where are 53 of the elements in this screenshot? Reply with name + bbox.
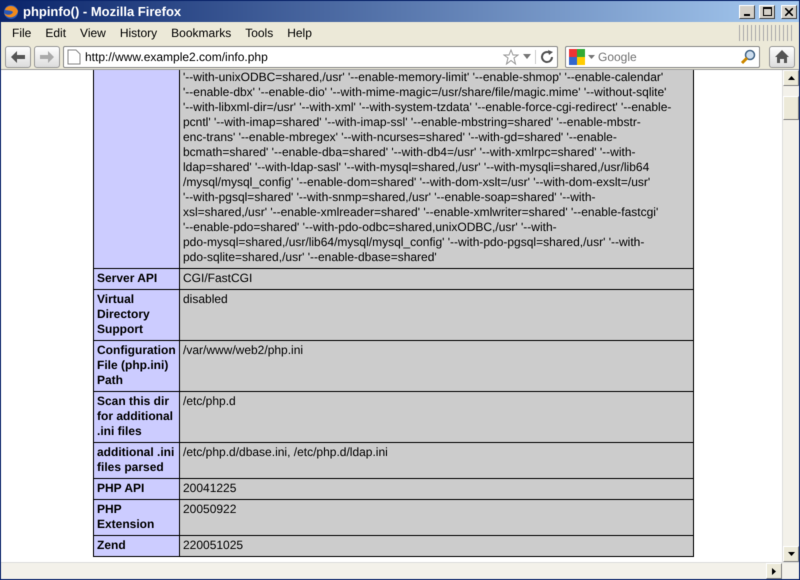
firefox-logo-icon [3,4,19,20]
setting-value: 20041225 [180,478,694,500]
up-arrow-icon [788,76,794,80]
address-bar[interactable]: http://www.example2.com/info.php [63,46,558,68]
house-icon [775,50,789,63]
setting-value: 20050922 [180,500,694,536]
menu-item[interactable]: File [5,24,38,42]
close-button[interactable] [781,4,797,18]
setting-name: PHP API [94,478,180,500]
window-title: phpinfo() - Mozilla Firefox [23,2,182,21]
maximize-icon [762,7,772,16]
dropdown-icon [523,54,531,59]
setting-value: /etc/php.d/dbase.ini, /etc/php.d/ldap.ini [180,442,694,478]
setting-name: Virtual Directory Support [94,290,180,340]
menu-item[interactable]: Edit [38,24,74,42]
search-bar[interactable]: Google [565,46,760,68]
close-icon [785,8,793,16]
menu-item[interactable]: Tools [238,24,280,42]
back-button[interactable] [5,46,31,68]
setting-name: PHP Extension [94,500,180,536]
minimize-icon [744,14,750,16]
home-button[interactable] [769,46,795,68]
setting-name: Configuration File (php.ini) Path [94,340,180,392]
star-icon [503,48,519,64]
menu-item[interactable]: View [73,24,113,42]
menu-item[interactable]: History [112,24,164,42]
setting-name: additional .ini files parsed [94,442,180,478]
search-field[interactable]: Google [598,48,737,66]
address-field[interactable]: http://www.example2.com/info.php [85,48,499,66]
setting-value: disabled [180,290,694,340]
menu-item[interactable]: Help [280,24,319,42]
down-arrow-icon [788,552,794,556]
setting-name: Server API [94,268,180,290]
google-icon [569,48,585,64]
page-icon [67,48,81,64]
scrollbar-thumb[interactable] [783,96,799,120]
setting-name: Zend [94,536,180,556]
reload-icon[interactable] [535,50,554,64]
menu-item[interactable]: Bookmarks [164,24,238,42]
back-arrow-icon [11,50,25,62]
search-icon[interactable] [740,48,756,64]
setting-value: CGI/FastCGI [180,268,694,290]
setting-value: '--with-unixODBC=shared,/usr' '--enable-memory-limit' '--enable-shmop' '--enable-calendar' '--enable-dbx' '--enable-dio' '--with-mime-magic=/usr/share/file/magic.mime' '--without-sqlite' '--with-libxml-dir=/usr' '--with-xml' '--with-system-tzdata' '--enable-force-cgi-redirect' '--enable- pcntl' '--with-imap=shared' '--with-imap-ssl' '--enable-mbstring=shared' '--enable-mbstr- enc-trans' '--enable-mbregex' '--with-ncurses=shared' '--with-gd=shared' '--enable- bcmath=shared' '--enable-dba=shared' '--with-db4=/usr' '--with-xmlrpc=shared' '--with- ldap=shared' '--with-ldap-sasl' '--with-mysql=shared,/usr' '--with-mysqli=shared,/usr/lib64 /mysql/mysql_config' '--enable-dom=shared' '--with-dom-xslt=/usr' '--with-dom-exslt=/usr' '--with-pgsql=shared' '--with-snmp=shared,/usr' '--enable-soap=shared' '--with- xsl=shared,/usr' '--enable-xmlreader=shared' '--enable-xmlwriter=shared' '--enable-fastcgi' '--enable-pdo=shared' '--with-pdo-odbc=shared,unixODBC,/usr' '--with- pdo-mysql=shared,/usr/lib64/mysql/mysql_config' '--with-pdo-pgsql=shared,/usr' '--with- pdo-sqlite=shared,/usr' '--enable-dbase=shared' [180,70,694,268]
right-arrow-icon [772,568,776,574]
setting-value: /var/www/web2/php.ini [180,340,694,392]
setting-value: 220051025 [180,536,694,556]
setting-value: /etc/php.d [180,392,694,442]
setting-name: Scan this dir for additional .ini files [94,392,180,442]
dropdown-icon [588,54,595,58]
maximize-button[interactable] [759,4,775,18]
toolbar-grip [739,25,795,41]
forward-arrow-icon [40,50,54,62]
minimize-button[interactable] [739,4,755,18]
